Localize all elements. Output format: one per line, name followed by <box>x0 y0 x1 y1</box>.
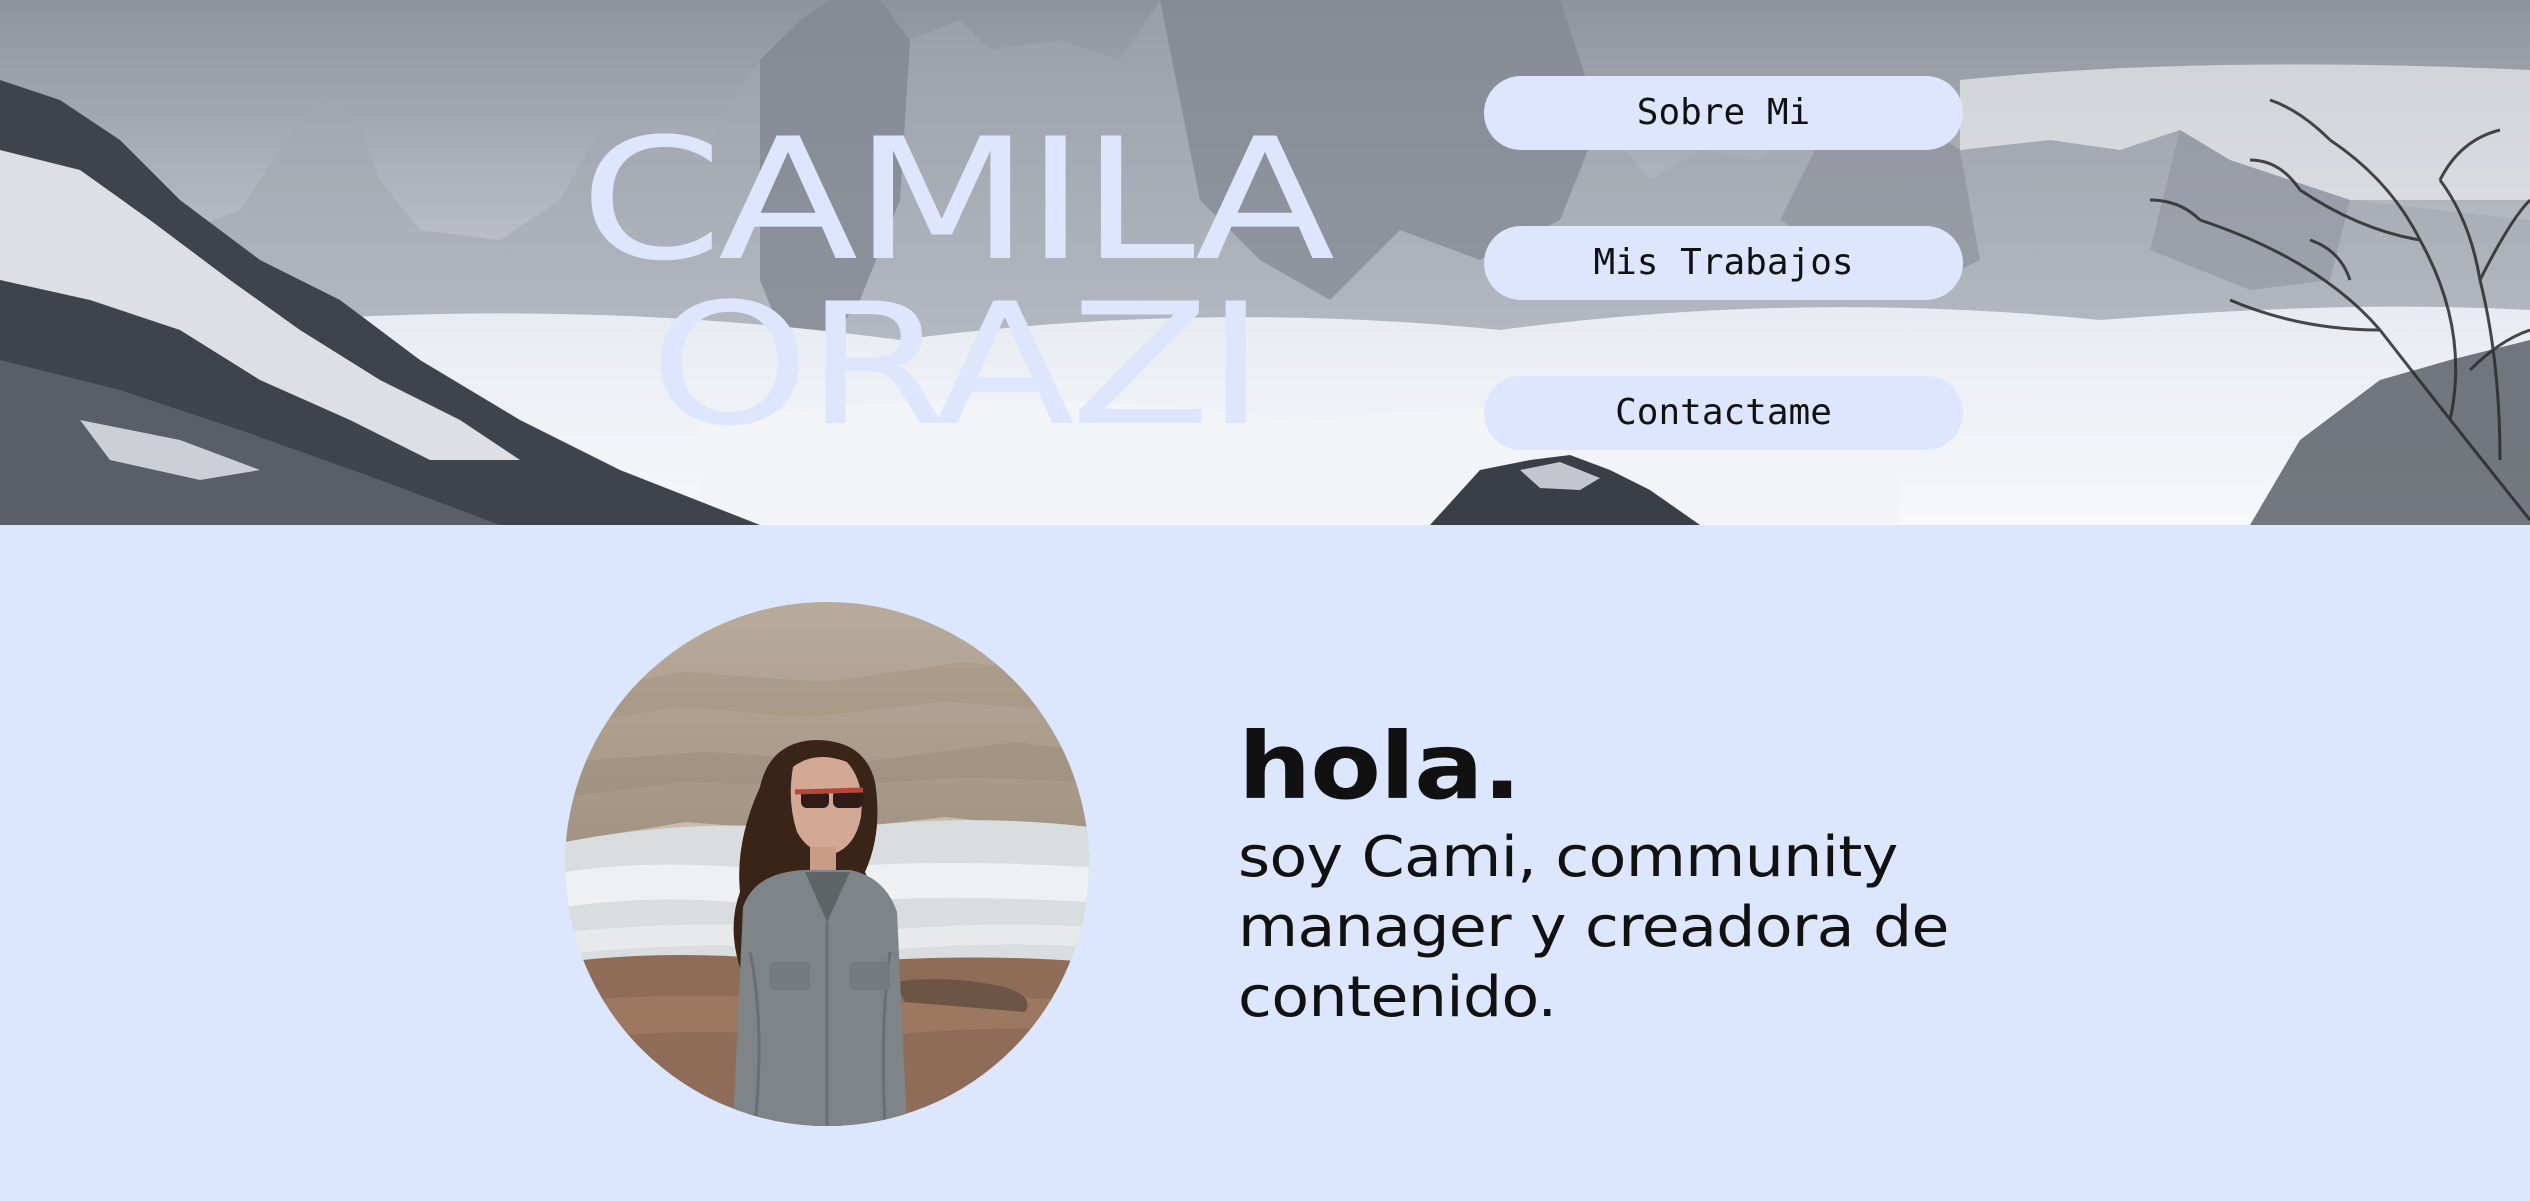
about-section: hola. soy Cami, community manager y crea… <box>0 525 2530 1201</box>
nav-button-sobre-mi[interactable]: Sobre Mi <box>1484 76 1963 150</box>
profile-photo <box>565 602 1089 1126</box>
hero-banner: CAMILA ORAZI Sobre Mi Mis Trabajos Conta… <box>0 0 2530 525</box>
site-title: CAMILA ORAZI <box>575 116 1335 448</box>
nav-button-mis-trabajos[interactable]: Mis Trabajos <box>1484 226 1963 300</box>
site-title-last-name: ORAZI <box>648 266 1266 463</box>
site-title-first-name: CAMILA <box>579 102 1335 298</box>
profile-photo-image <box>565 602 1089 1126</box>
nav-button-contactame[interactable]: Contactame <box>1484 376 1963 450</box>
intro-text: soy Cami, community manager y creadora d… <box>1238 825 1949 1030</box>
main-nav: Sobre Mi Mis Trabajos Contactame <box>1484 76 1963 525</box>
greeting-heading: hola. <box>1238 713 1522 820</box>
